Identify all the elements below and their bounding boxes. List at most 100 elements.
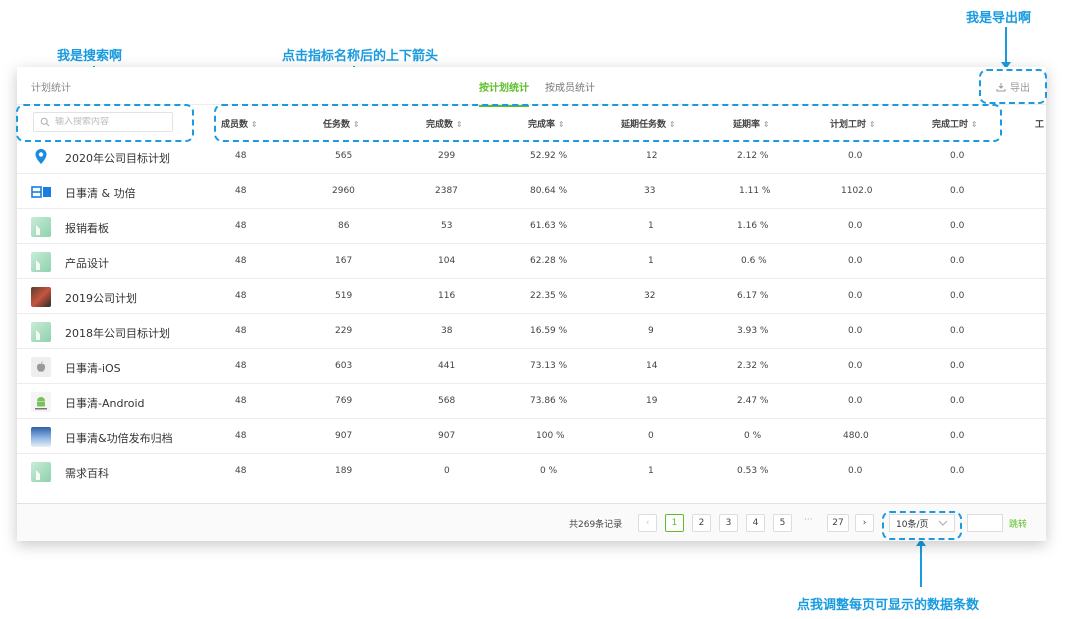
cell-members: 48 — [235, 256, 247, 266]
cell-planned-hours: 0.0 — [848, 151, 863, 161]
android-icon — [31, 392, 51, 412]
cell-members: 48 — [235, 326, 247, 336]
project-name[interactable]: 日事清&功倍发布归档 — [65, 430, 173, 446]
cell-completed-hours: 0.0 — [950, 396, 965, 406]
cell-completion-rate: 73.13 % — [530, 361, 568, 371]
export-annotation-arrow — [1001, 27, 1011, 69]
pagination-ellipsis[interactable]: ··· — [804, 515, 813, 525]
cell-delay-rate: 2.12 % — [737, 151, 769, 161]
cell-tasks: 189 — [335, 466, 353, 476]
page-4-button[interactable]: 4 — [746, 514, 765, 532]
rishiqing-logo-icon — [31, 182, 51, 202]
cell-completed-hours: 0.0 — [950, 151, 965, 161]
search-annotation: 我是搜索啊 — [57, 49, 123, 64]
cell-completed-hours: 0.0 — [950, 291, 965, 301]
cell-completed-hours: 0.0 — [950, 186, 965, 196]
cell-completed: 568 — [438, 396, 456, 406]
landscape-icon — [31, 427, 51, 447]
table-row[interactable]: 日事清-Android 48 769 568 73.86 % 19 2.47 %… — [17, 384, 1046, 419]
table-row[interactable]: 日事清&功倍发布归档 48 907 907 100 % 0 0 % 480.0 … — [17, 419, 1046, 454]
cell-completed-hours: 0.0 — [950, 256, 965, 266]
cell-delay-rate: 6.17 % — [737, 291, 769, 301]
cell-planned-hours: 0.0 — [848, 221, 863, 231]
next-page-button[interactable]: › — [855, 514, 874, 532]
cell-tasks: 519 — [335, 291, 353, 301]
tab-by-plan[interactable]: 按计划统计 — [479, 79, 529, 107]
project-name[interactable]: 2020年公司目标计划 — [65, 150, 170, 166]
apple-icon — [31, 357, 51, 377]
cell-tasks: 2960 — [332, 186, 355, 196]
board-icon — [31, 462, 51, 482]
project-name[interactable]: 产品设计 — [65, 255, 109, 271]
cell-delayed-tasks: 0 — [648, 431, 654, 441]
page-3-button[interactable]: 3 — [719, 514, 738, 532]
cell-members: 48 — [235, 396, 247, 406]
project-name[interactable]: 2018年公司目标计划 — [65, 325, 170, 341]
cell-completion-rate: 80.64 % — [530, 186, 568, 196]
project-name[interactable]: 日事清 & 功倍 — [65, 185, 136, 201]
cell-delayed-tasks: 32 — [644, 291, 656, 301]
cell-completed: 0 — [444, 466, 450, 476]
cell-delay-rate: 3.93 % — [737, 326, 769, 336]
cell-tasks: 229 — [335, 326, 353, 336]
cell-completion-rate: 62.28 % — [530, 256, 568, 266]
table-row[interactable]: 2020年公司目标计划 48 565 299 52.92 % 12 2.12 %… — [17, 139, 1046, 174]
cell-completed: 2387 — [435, 186, 458, 196]
cell-completion-rate: 52.92 % — [530, 151, 568, 161]
cell-planned-hours: 1102.0 — [841, 186, 873, 196]
table-row[interactable]: 日事清-iOS 48 603 441 73.13 % 14 2.32 % 0.0… — [17, 349, 1046, 384]
table-row[interactable]: 报销看板 48 86 53 61.63 % 1 1.16 % 0.0 0.0 — [17, 209, 1046, 244]
page-2-button[interactable]: 2 — [692, 514, 711, 532]
page-27-button[interactable]: 27 — [827, 514, 849, 532]
top-bar: 计划统计 按计划统计 按成员统计 导出 — [17, 67, 1046, 107]
project-name[interactable]: 日事清-Android — [65, 395, 145, 411]
photo-icon — [31, 287, 51, 307]
project-name[interactable]: 需求百科 — [65, 465, 109, 481]
page-5-button[interactable]: 5 — [773, 514, 792, 532]
cell-delayed-tasks: 1 — [648, 221, 654, 231]
cell-delayed-tasks: 1 — [648, 256, 654, 266]
table-row[interactable]: 需求百科 48 189 0 0 % 1 0.53 % 0.0 0.0 — [17, 454, 1046, 489]
cell-delayed-tasks: 14 — [646, 361, 658, 371]
project-name[interactable]: 日事清-iOS — [65, 360, 121, 376]
jump-page-input[interactable] — [967, 514, 1003, 532]
tab-by-member[interactable]: 按成员统计 — [545, 79, 595, 94]
column-header-truncated[interactable]: 工 — [1035, 117, 1044, 130]
cell-members: 48 — [235, 466, 247, 476]
page-1-button[interactable]: 1 — [665, 514, 684, 532]
cell-members: 48 — [235, 186, 247, 196]
cell-completed: 38 — [441, 326, 453, 336]
cell-tasks: 86 — [338, 221, 350, 231]
cell-planned-hours: 0.0 — [848, 256, 863, 266]
table-row[interactable]: 2019公司计划 48 519 116 22.35 % 32 6.17 % 0.… — [17, 279, 1046, 314]
jump-button[interactable]: 跳转 — [1009, 517, 1027, 530]
cell-planned-hours: 0.0 — [848, 326, 863, 336]
pagesize-annotation-arrow — [916, 539, 926, 587]
cell-delayed-tasks: 12 — [646, 151, 658, 161]
location-pin-icon — [31, 147, 51, 167]
cell-planned-hours: 0.0 — [848, 466, 863, 476]
cell-planned-hours: 0.0 — [848, 396, 863, 406]
cell-completed: 907 — [438, 431, 456, 441]
cell-delay-rate: 1.11 % — [739, 186, 771, 196]
cell-delay-rate: 2.32 % — [737, 361, 769, 371]
cell-planned-hours: 480.0 — [843, 431, 869, 441]
table-row[interactable]: 日事清 & 功倍 48 2960 2387 80.64 % 33 1.11 % … — [17, 174, 1046, 209]
cell-tasks: 603 — [335, 361, 353, 371]
pagesize-highlight-box — [882, 511, 962, 540]
project-name[interactable]: 2019公司计划 — [65, 290, 137, 306]
cell-delayed-tasks: 1 — [648, 466, 654, 476]
export-annotation: 我是导出啊 — [966, 11, 1032, 26]
table-row[interactable]: 产品设计 48 167 104 62.28 % 1 0.6 % 0.0 0.0 — [17, 244, 1046, 279]
cell-members: 48 — [235, 221, 247, 231]
total-records: 共269条记录 — [569, 520, 623, 530]
cell-tasks: 907 — [335, 431, 353, 441]
cell-delay-rate: 0.6 % — [741, 256, 767, 266]
cell-delay-rate: 0.53 % — [737, 466, 769, 476]
cell-planned-hours: 0.0 — [848, 291, 863, 301]
table-row[interactable]: 2018年公司目标计划 48 229 38 16.59 % 9 3.93 % 0… — [17, 314, 1046, 349]
cell-tasks: 565 — [335, 151, 353, 161]
prev-page-button[interactable]: ‹ — [638, 514, 657, 532]
project-name[interactable]: 报销看板 — [65, 220, 109, 236]
cell-completion-rate: 61.63 % — [530, 221, 568, 231]
